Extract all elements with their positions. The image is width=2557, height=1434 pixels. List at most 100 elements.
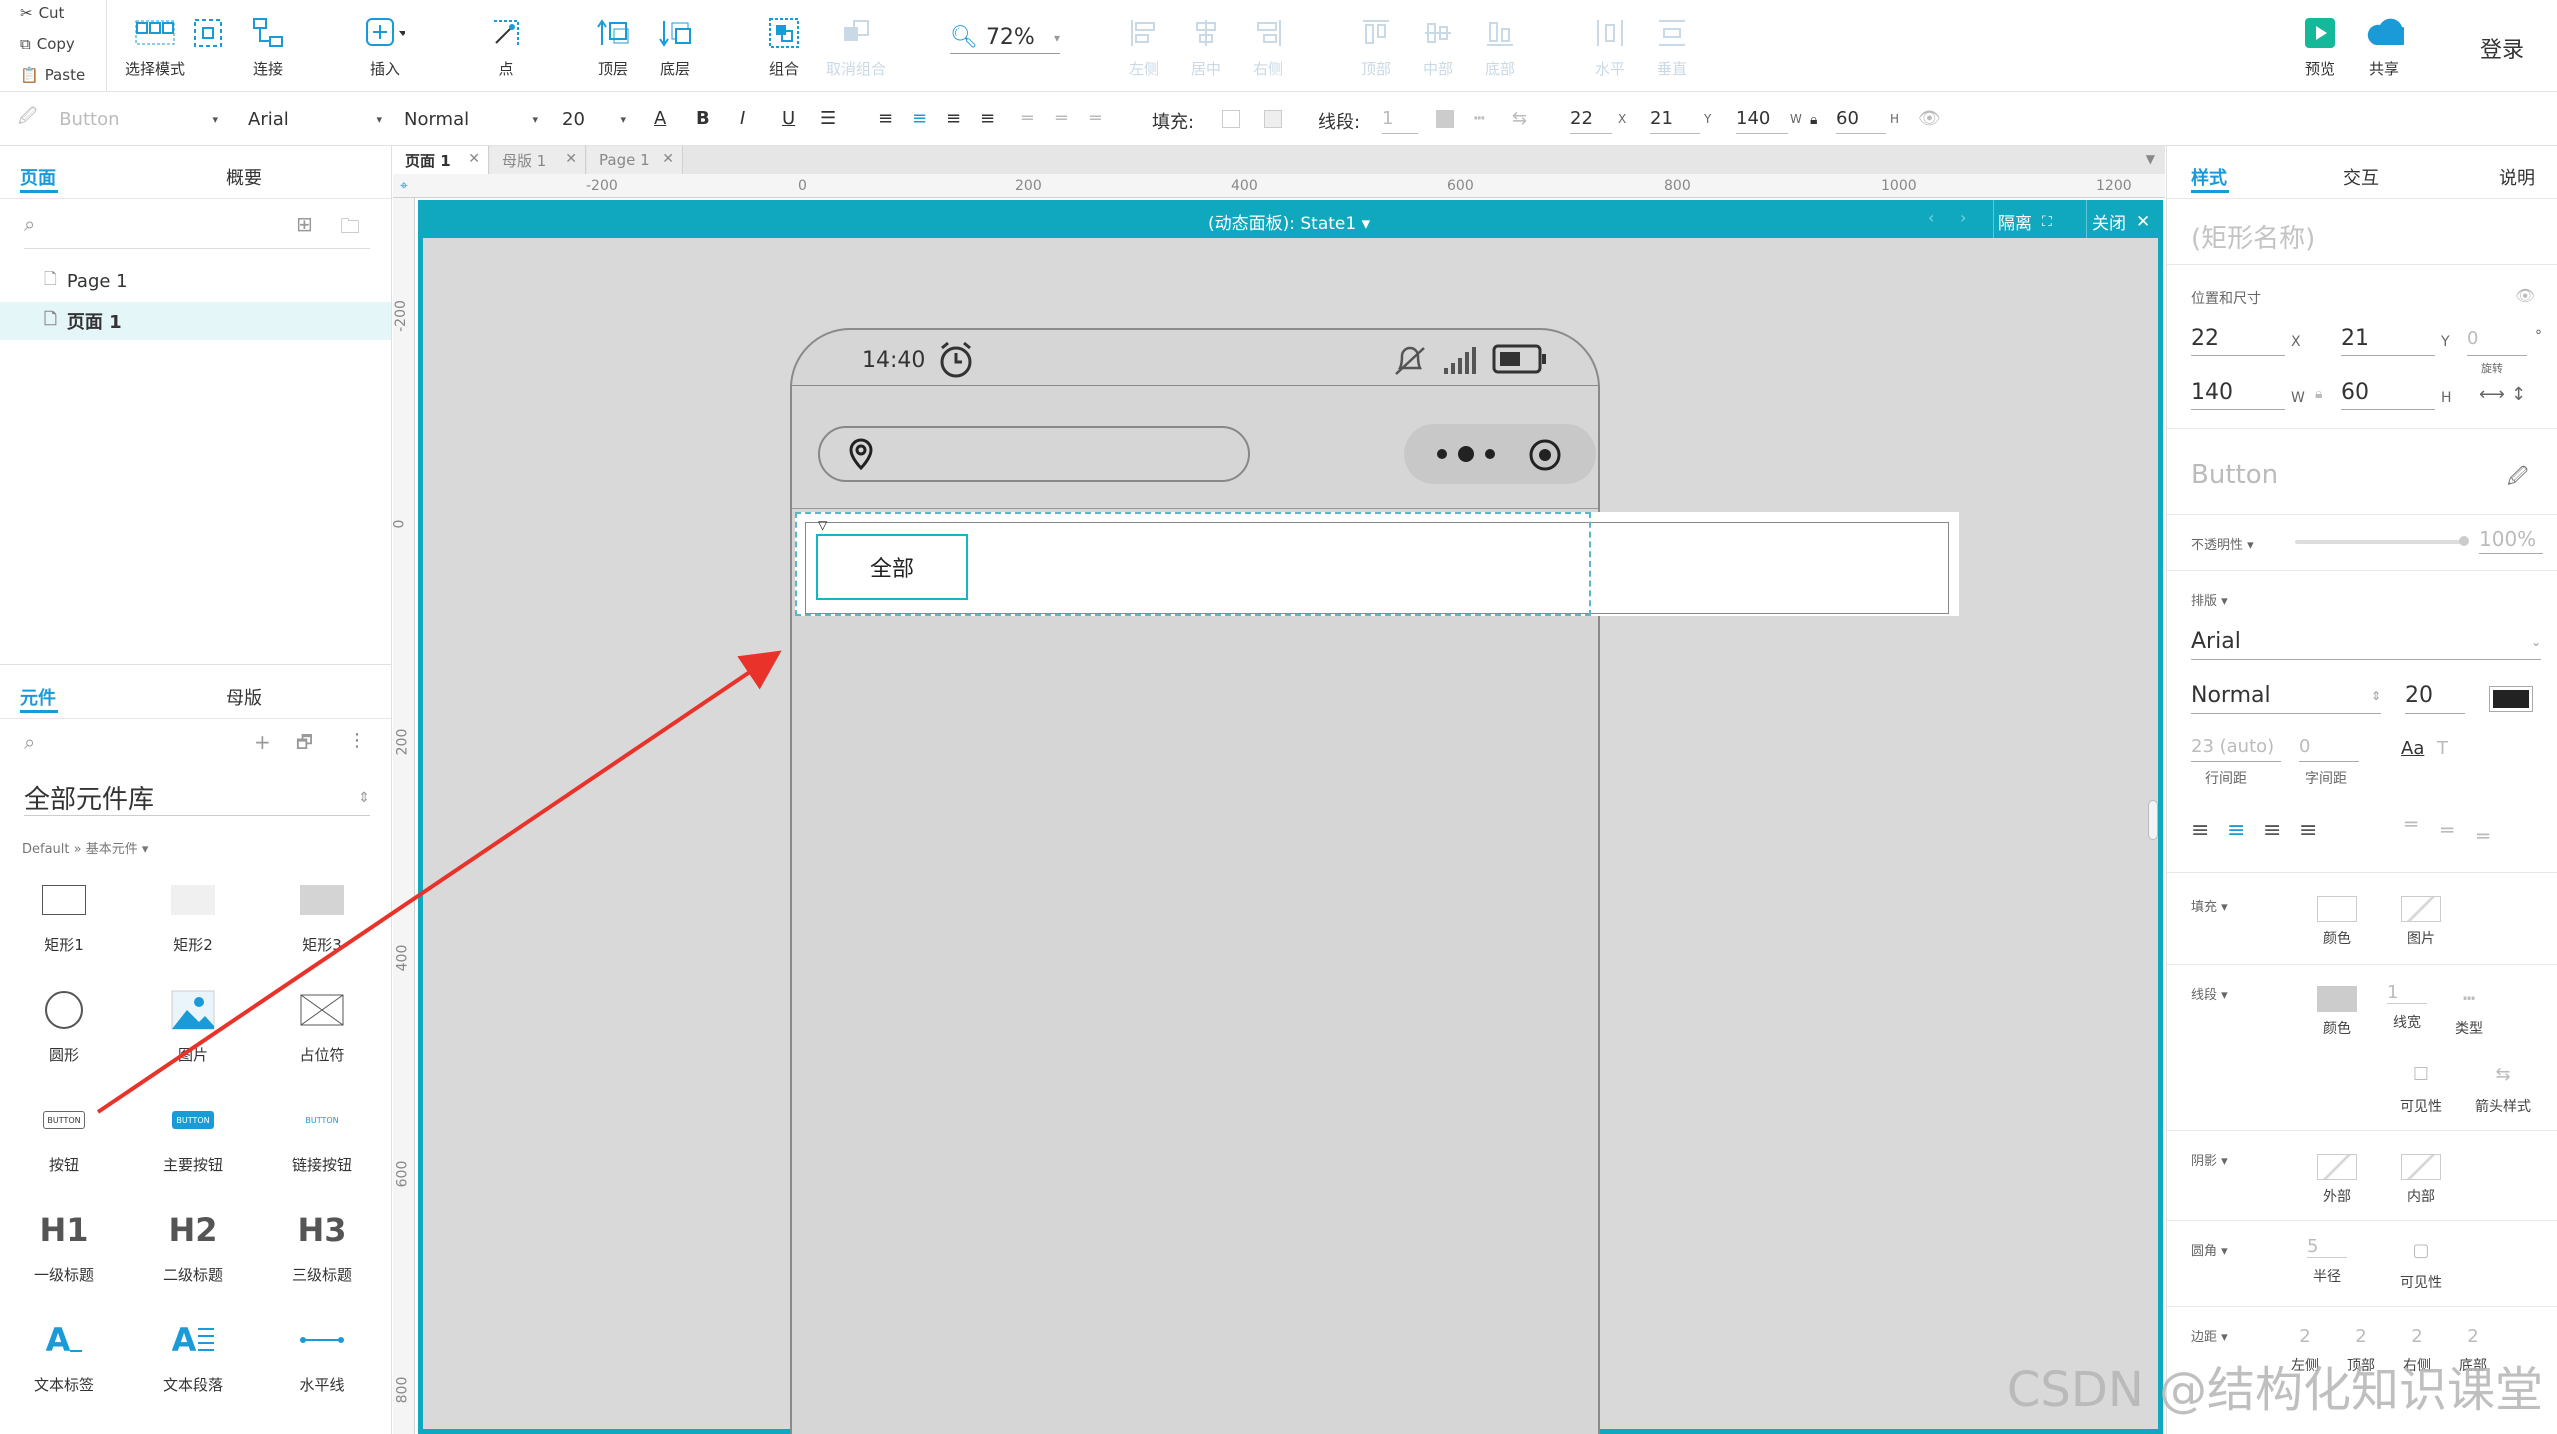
line-color-swatch[interactable] — [1436, 110, 1454, 128]
paste-button[interactable]: 📋 Paste — [20, 66, 85, 84]
border-label[interactable]: 线段 ▾ — [2191, 984, 2228, 1003]
line-height-input[interactable]: 23 (auto) — [2191, 732, 2281, 762]
w-input[interactable]: 140 — [1736, 104, 1788, 134]
valign-top-icon[interactable]: ═ — [2405, 812, 2417, 836]
close-icon[interactable]: ✕ — [565, 151, 577, 167]
doc-tab-master-1[interactable]: 母版 1 ✕ — [490, 146, 586, 174]
widget-style-select[interactable]: Button — [2191, 460, 2278, 490]
rotation-input[interactable]: 0 — [2467, 322, 2527, 356]
valign-middle-button[interactable]: ═ — [1056, 108, 1067, 129]
nav-prev-icon[interactable]: ‹ — [1928, 208, 1934, 227]
padding-label[interactable]: 边距 ▾ — [2191, 1326, 2228, 1345]
point-button[interactable]: 点 — [486, 14, 526, 79]
align-top-button[interactable]: 顶部 — [1356, 14, 1396, 79]
border-color-button[interactable]: 颜色 — [2297, 986, 2377, 1038]
tab-outline[interactable]: 概要 — [226, 164, 262, 190]
cut-button[interactable]: ✂ Cut — [20, 4, 64, 22]
lock-icon[interactable]: 🔒︎ — [1810, 112, 1817, 128]
tab-interactions[interactable]: 交互 — [2343, 164, 2379, 190]
page-item-page-1-cn[interactable]: 🗋 页面 1 — [0, 302, 391, 340]
opacity-slider[interactable] — [2295, 540, 2465, 544]
bold-button[interactable]: B — [696, 108, 710, 129]
font-color-button[interactable]: A — [654, 108, 666, 129]
ungroup-button[interactable]: 取消组合 — [826, 14, 886, 79]
select-mode-button[interactable]: 选择模式 — [125, 14, 185, 79]
location-search-pill[interactable] — [818, 426, 1250, 482]
bullet-list-button[interactable]: ☰ — [820, 108, 836, 129]
text-align-left-icon[interactable]: ≡ — [2191, 818, 2209, 843]
dynamic-panel-state-select[interactable]: (动态面板): State1 ▾ — [1208, 209, 1370, 234]
corner-radius-input[interactable]: 5 半径 — [2287, 1236, 2367, 1286]
preview-button[interactable]: 预览 — [2300, 14, 2340, 79]
align-bottom-button[interactable]: 底部 — [1480, 14, 1520, 79]
letter-spacing-input[interactable]: 0 — [2299, 732, 2359, 762]
font-weight-select[interactable]: Normal ▾ — [404, 104, 538, 134]
fit-width-icon[interactable]: ⟷ — [2479, 384, 2505, 405]
close-icon[interactable]: ✕ — [662, 151, 674, 167]
add-folder-icon[interactable]: 🗀 — [340, 212, 360, 246]
distribute-vertical-button[interactable]: 垂直 — [1652, 14, 1692, 79]
share-button[interactable]: 共享 — [2364, 14, 2404, 79]
widget-h2[interactable]: H2 二级标题 — [133, 1200, 253, 1285]
font-color-picker[interactable] — [2489, 686, 2533, 712]
align-left-button[interactable]: 左侧 — [1124, 14, 1164, 79]
bring-to-front-button[interactable]: 顶层 — [593, 14, 633, 79]
shape-name-input[interactable]: (矩形名称) — [2191, 218, 2315, 255]
widget-text-paragraph[interactable]: A 文本段落 — [133, 1310, 253, 1395]
tab-widgets[interactable]: 元件 — [20, 684, 56, 710]
y-input[interactable]: 21 — [1650, 104, 1700, 134]
font-size-select[interactable]: 20 ▾ — [562, 104, 626, 134]
zoom-select[interactable]: 🔍︎ 72% ▾ — [950, 22, 1060, 54]
fill-image-button[interactable]: 图片 — [2381, 896, 2461, 948]
page-item-page1[interactable]: 🗋 Page 1 — [0, 262, 391, 300]
widget-h3[interactable]: H3 三级标题 — [262, 1200, 382, 1285]
height-input[interactable]: 60 — [2341, 376, 2435, 410]
fill-image-swatch[interactable] — [1264, 110, 1282, 128]
send-to-back-button[interactable]: 底层 — [655, 14, 695, 79]
opacity-input[interactable]: 100% — [2479, 524, 2543, 554]
align-text-right-button[interactable]: ≡ — [946, 108, 961, 129]
search-icon[interactable]: ⌕ — [24, 730, 35, 754]
text-align-center-icon[interactable]: ≡ — [2227, 818, 2245, 843]
close-target-icon[interactable] — [1528, 438, 1562, 472]
fill-color-swatch[interactable] — [1222, 110, 1240, 128]
all-tab-button[interactable]: 全部 — [816, 534, 968, 600]
corner-visibility-button[interactable]: ▢ 可见性 — [2381, 1240, 2461, 1292]
opacity-slider-handle[interactable] — [2459, 536, 2469, 546]
valign-bottom-button[interactable]: ═ — [1090, 108, 1101, 129]
line-type-button[interactable]: ┅ — [1474, 108, 1485, 129]
eye-icon[interactable]: 👁︎ — [2515, 286, 2535, 305]
doc-tab-page-1[interactable]: 页面 1 ✕ — [393, 146, 489, 174]
distribute-horizontal-button[interactable]: 水平 — [1590, 14, 1630, 79]
border-visibility-button[interactable]: ☐ 可见性 — [2381, 1064, 2461, 1116]
valign-top-button[interactable]: ═ — [1022, 108, 1033, 129]
widget-text-label[interactable]: A 文本标签 — [4, 1310, 124, 1395]
typography-label[interactable]: 排版 ▾ — [2191, 590, 2228, 609]
text-align-right-icon[interactable]: ≡ — [2263, 818, 2281, 843]
tabs-dropdown-icon[interactable]: ▼ — [2146, 152, 2155, 166]
more-dots-icon[interactable] — [1434, 444, 1500, 464]
align-text-center-button[interactable]: ≡ — [912, 108, 927, 129]
tab-style[interactable]: 样式 — [2191, 164, 2227, 190]
select-contained-button[interactable] — [188, 14, 228, 52]
font-weight-select[interactable]: Normal ⇕ — [2191, 678, 2381, 714]
align-text-left-button[interactable]: ≡ — [878, 108, 893, 129]
text-justify-icon[interactable]: ≡ — [2299, 818, 2317, 843]
border-type-button[interactable]: ┅ 类型 — [2429, 986, 2509, 1038]
close-panel-button[interactable]: 关闭 ✕ — [2092, 209, 2150, 235]
fill-label[interactable]: 填充 ▾ — [2191, 896, 2228, 915]
opacity-label[interactable]: 不透明性 ▾ — [2191, 534, 2254, 553]
align-middle-button[interactable]: 中部 — [1418, 14, 1458, 79]
fit-height-icon[interactable]: ↕ — [2511, 384, 2526, 405]
align-center-button[interactable]: 居中 — [1186, 14, 1226, 79]
h-input[interactable]: 60 — [1836, 104, 1886, 134]
width-input[interactable]: 140 — [2191, 376, 2285, 410]
arrow-style-button[interactable]: ⇆ 箭头样式 — [2463, 1064, 2543, 1116]
y-input[interactable]: 21 — [2341, 322, 2435, 356]
x-input[interactable]: 22 — [1570, 104, 1612, 134]
outer-shadow-button[interactable]: 外部 — [2297, 1154, 2377, 1206]
group-button[interactable]: 组合 — [764, 14, 804, 79]
doc-tab-page1[interactable]: Page 1 ✕ — [587, 146, 683, 174]
canvas-scroll-handle[interactable] — [2148, 800, 2158, 840]
text-case-icon[interactable]: Aa — [2401, 738, 2424, 759]
